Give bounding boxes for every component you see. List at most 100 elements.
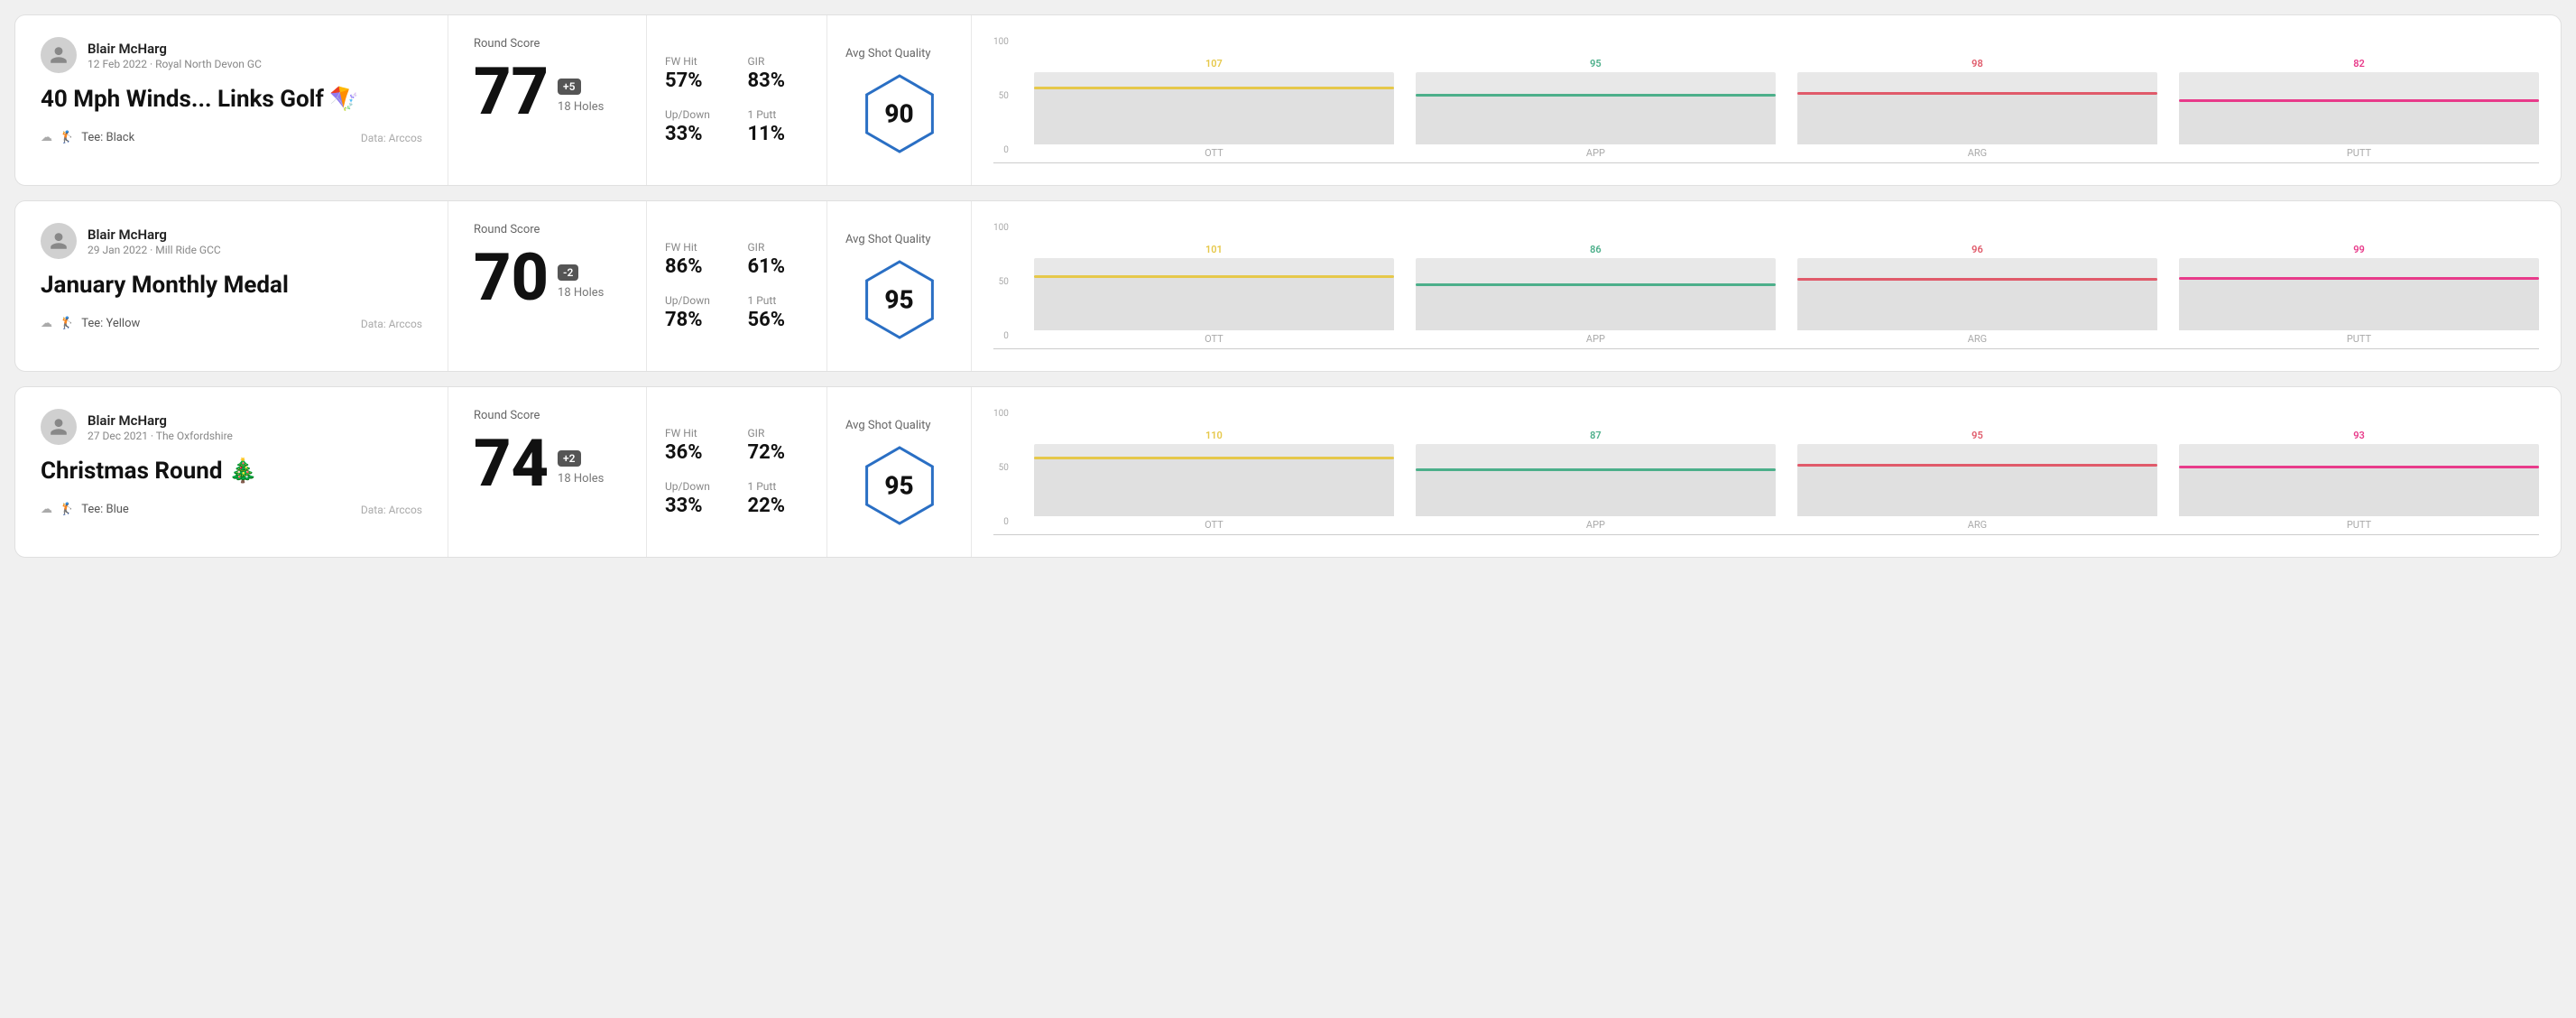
score-value: 70	[474, 245, 549, 310]
bar-group-ott: 107OTT	[1034, 58, 1394, 159]
bag-icon: 🏌	[60, 131, 74, 144]
avatar	[41, 223, 77, 259]
stat-gir: GIR72%	[748, 427, 809, 464]
stats-grid: FW Hit57%GIR83%Up/Down33%1 Putt11%	[665, 55, 808, 145]
bar-wrapper	[1416, 258, 1776, 330]
score-meta: +518 Holes	[558, 77, 604, 125]
y-label: 100	[993, 409, 1009, 419]
weather-icon: ☁	[41, 131, 52, 144]
bar-top-value: 93	[2353, 430, 2365, 441]
round-card-1: Blair McHarg12 Feb 2022 · Royal North De…	[14, 14, 2562, 186]
bar-fill	[1034, 87, 1394, 144]
card-footer: ☁🏌Tee: BlackData: Arccos	[41, 131, 422, 144]
player-name: Blair McHarg	[88, 227, 221, 243]
stat-label-upDown: Up/Down	[665, 108, 726, 121]
score-badge: +5	[558, 79, 580, 95]
stat-value-putt: 56%	[748, 309, 809, 331]
bar-fill	[1797, 464, 2157, 516]
card-left-3: Blair McHarg27 Dec 2021 · The Oxfordshir…	[15, 387, 448, 557]
tee-label: Tee: Blue	[81, 503, 129, 516]
score-label: Round Score	[474, 37, 621, 51]
card-stats: FW Hit36%GIR72%Up/Down33%1 Putt22%	[647, 387, 827, 557]
x-label: ARG	[1968, 147, 1987, 159]
score-row: 77+518 Holes	[474, 60, 621, 125]
bar-fill	[1416, 94, 1776, 144]
x-label: OTT	[1205, 333, 1223, 345]
score-badge: +2	[558, 450, 580, 467]
bar-color-line	[1034, 457, 1394, 459]
data-source: Data: Arccos	[361, 318, 422, 330]
stat-label-fwHit: FW Hit	[665, 427, 726, 440]
bar-wrapper	[1034, 72, 1394, 144]
x-label: APP	[1586, 519, 1605, 531]
x-label: ARG	[1968, 333, 1987, 345]
bar-color-line	[2179, 99, 2539, 102]
bar-color-line	[1797, 92, 2157, 95]
x-label: APP	[1586, 147, 1605, 159]
card-left-2: Blair McHarg29 Jan 2022 · Mill Ride GCCJ…	[15, 201, 448, 371]
x-label: PUTT	[2347, 333, 2371, 345]
bar-color-line	[1416, 283, 1776, 286]
quality-label: Avg Shot Quality	[845, 233, 931, 246]
bar-color-line	[1034, 87, 1394, 89]
y-labels: 100500	[993, 223, 1009, 345]
bar-top-value: 110	[1205, 430, 1223, 441]
bag-icon: 🏌	[60, 317, 74, 330]
rounds-container: Blair McHarg12 Feb 2022 · Royal North De…	[14, 14, 2562, 558]
weather-icon: ☁	[41, 317, 52, 330]
score-label: Round Score	[474, 223, 621, 236]
player-name: Blair McHarg	[88, 41, 262, 57]
bar-color-line	[2179, 277, 2539, 280]
y-label: 100	[993, 37, 1009, 47]
player-meta: Blair McHarg27 Dec 2021 · The Oxfordshir…	[88, 412, 233, 442]
stat-label-fwHit: FW Hit	[665, 55, 726, 68]
bar-group-putt: 82PUTT	[2179, 58, 2539, 159]
card-stats: FW Hit86%GIR61%Up/Down78%1 Putt56%	[647, 201, 827, 371]
y-labels: 100500	[993, 37, 1009, 159]
bar-color-line	[2179, 466, 2539, 468]
weather-icon: ☁	[41, 503, 52, 516]
stat-upDown: Up/Down33%	[665, 480, 726, 517]
stat-value-fwHit: 86%	[665, 255, 726, 278]
x-label: OTT	[1205, 519, 1223, 531]
round-title: Christmas Round 🎄	[41, 458, 422, 485]
stat-value-gir: 72%	[748, 441, 809, 464]
bar-top-value: 101	[1205, 244, 1223, 255]
stat-value-putt: 11%	[748, 123, 809, 145]
x-label: PUTT	[2347, 147, 2371, 159]
holes-label: 18 Holes	[558, 472, 604, 486]
stat-label-gir: GIR	[748, 427, 809, 440]
bar-group-ott: 110 OTT	[1034, 430, 1394, 531]
card-chart: 100500101OTT86APP96ARG99PUTT	[972, 201, 2561, 371]
holes-label: 18 Holes	[558, 286, 604, 300]
stat-upDown: Up/Down 33%	[665, 108, 726, 145]
player-name: Blair McHarg	[88, 412, 233, 429]
card-score: Round Score 70-218 Holes	[448, 201, 647, 371]
bar-group-putt: 93 PUTT	[2179, 430, 2539, 531]
hex-container: 90	[854, 73, 945, 154]
bar-top-value: 87	[1590, 430, 1602, 441]
tee-label: Tee: Yellow	[81, 317, 140, 330]
stat-label-gir: GIR	[748, 55, 809, 68]
bar-chart: 100500110OTT87APP95ARG93PUTT	[993, 409, 2539, 535]
data-source: Data: Arccos	[361, 504, 422, 516]
stat-label-gir: GIR	[748, 241, 809, 254]
data-source: Data: Arccos	[361, 132, 422, 144]
stat-fwHit: FW Hit57%	[665, 55, 726, 92]
stat-label-fwHit: FW Hit	[665, 241, 726, 254]
score-meta: +2 18 Holes	[558, 449, 604, 496]
x-label: PUTT	[2347, 519, 2371, 531]
bar-fill	[1797, 278, 2157, 330]
stat-value-gir: 61%	[748, 255, 809, 278]
stat-value-upDown: 33%	[665, 123, 726, 145]
hex-container: 95	[854, 259, 945, 340]
bar-fill	[2179, 99, 2539, 144]
card-score: Round Score74+218 Holes	[448, 387, 647, 557]
bar-fill	[2179, 466, 2539, 516]
bar-color-line	[1416, 94, 1776, 97]
stat-value-upDown: 33%	[665, 495, 726, 517]
bar-group-app: 87 APP	[1416, 430, 1776, 531]
score-label: Round Score	[474, 409, 621, 422]
score-meta: -218 Holes	[558, 263, 604, 310]
card-footer: ☁ 🏌 Tee: Yellow Data: Arccos	[41, 317, 422, 330]
